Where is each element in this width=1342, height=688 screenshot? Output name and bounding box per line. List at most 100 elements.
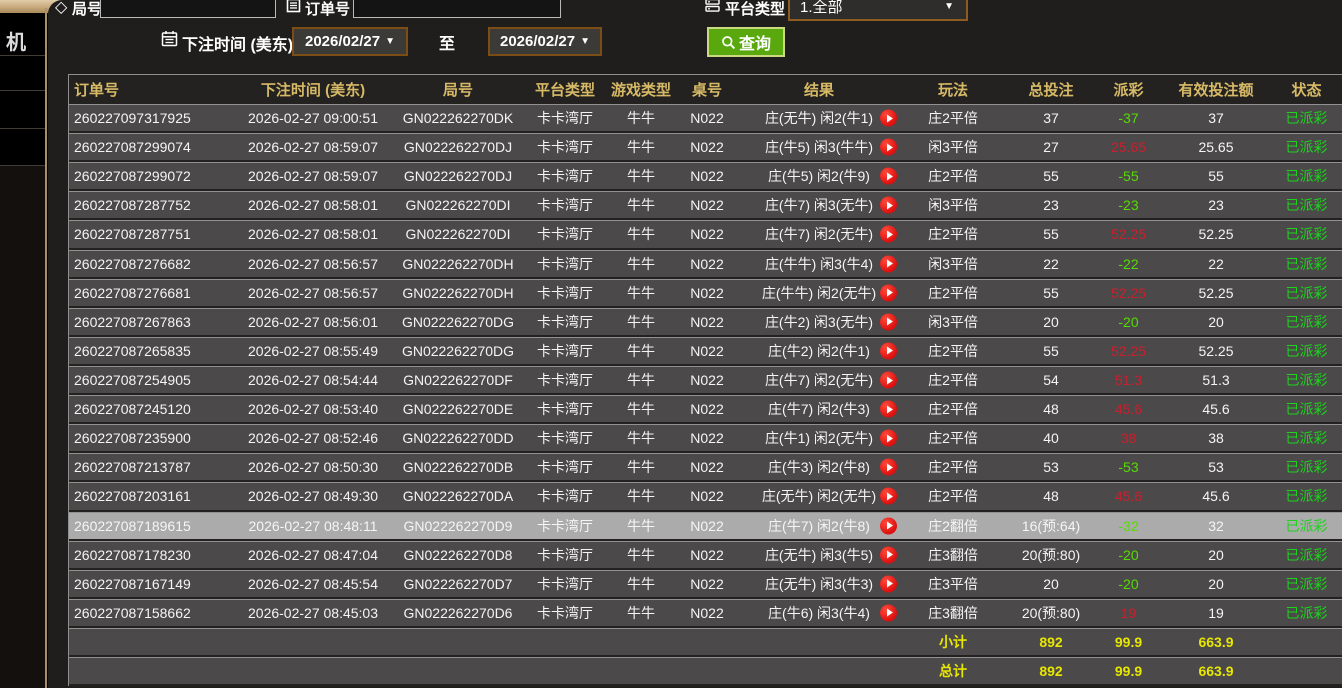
cell-play-method: 庄2平倍 [900, 454, 1006, 480]
table-row[interactable]: 2602270973179252026-02-27 09:00:51GN0222… [69, 104, 1342, 133]
table-row[interactable]: 2602270872766822026-02-27 08:56:57GN0222… [69, 250, 1342, 279]
table-row[interactable]: 2602270871896152026-02-27 08:48:11GN0222… [69, 512, 1342, 541]
play-replay-icon[interactable] [880, 139, 897, 156]
play-replay-icon[interactable] [880, 226, 897, 243]
cell-payout: -55 [1096, 163, 1161, 189]
bet-time-label: 下注时间 (美东) [182, 31, 293, 55]
table-row[interactable]: 2602270872990742026-02-27 08:59:07GN0222… [69, 133, 1342, 162]
cell-play-method: 闲3平倍 [900, 134, 1006, 160]
table-row[interactable]: 2602270872451202026-02-27 08:53:40GN0222… [69, 395, 1342, 424]
table-row[interactable]: 2602270872031612026-02-27 08:49:30GN0222… [69, 482, 1342, 511]
table-row[interactable]: 2602270872359002026-02-27 08:52:46GN0222… [69, 424, 1342, 453]
play-replay-icon[interactable] [880, 342, 897, 359]
cell-valid-bet: 25.65 [1161, 134, 1271, 160]
play-replay-icon[interactable] [880, 401, 897, 418]
table-row[interactable]: 2602270872877522026-02-27 08:58:01GN0222… [69, 191, 1342, 220]
cell-round-id: GN022262270DI [392, 221, 524, 247]
cell-game-type: 牛牛 [606, 367, 676, 393]
cell-result: 庄(牛牛) 闲3(牛4) [738, 251, 900, 277]
order-number-input[interactable] [353, 0, 561, 18]
table-row[interactable]: 2602270871782302026-02-27 08:47:04GN0222… [69, 541, 1342, 570]
sidebar-divider [0, 165, 46, 166]
table-row[interactable]: 2602270872137872026-02-27 08:50:30GN0222… [69, 453, 1342, 482]
play-replay-icon[interactable] [880, 517, 897, 534]
cell-platform-type: 卡卡湾厅 [524, 105, 606, 131]
play-replay-icon[interactable] [880, 488, 897, 505]
play-replay-icon[interactable] [880, 255, 897, 272]
date-from-picker[interactable]: 2026/02/27 ▼ [292, 27, 408, 56]
cell-game-type: 牛牛 [606, 483, 676, 509]
cell-valid-bet: 20 [1161, 309, 1271, 335]
cell-order-id: 260227087287752 [69, 192, 234, 218]
play-replay-icon[interactable] [880, 372, 897, 389]
cell-total-bet: 16(预:64) [1006, 513, 1096, 539]
cell-table-no: N022 [676, 134, 738, 160]
cell-status: 已派彩 [1271, 513, 1342, 539]
column-header-order-id: 订单号 [69, 75, 234, 104]
column-header-total-bet: 总投注 [1006, 75, 1096, 104]
cell-order-id: 260227087213787 [69, 454, 234, 480]
cell-status: 已派彩 [1271, 338, 1342, 364]
cell-order-id: 260227087276681 [69, 280, 234, 306]
date-to-picker[interactable]: 2026/02/27 ▼ [488, 27, 602, 56]
grand-total-total: 892 [1006, 658, 1096, 684]
table-row[interactable]: 2602270872766812026-02-27 08:56:57GN0222… [69, 279, 1342, 308]
cell-bet-time: 2026-02-27 08:58:01 [234, 221, 392, 247]
cell-round-id: GN022262270D8 [392, 542, 524, 568]
cell-valid-bet: 52.25 [1161, 338, 1271, 364]
query-button-label: 查询 [739, 30, 771, 54]
cell-payout: 25.65 [1096, 134, 1161, 160]
cell-order-id: 260227087178230 [69, 542, 234, 568]
table-row[interactable]: 2602270872678632026-02-27 08:56:01GN0222… [69, 308, 1342, 337]
play-replay-icon[interactable] [880, 284, 897, 301]
sidebar-partial-label: 机 [6, 26, 26, 55]
column-header-platform-type: 平台类型 [524, 75, 606, 104]
cell-platform-type: 卡卡湾厅 [524, 454, 606, 480]
cell-order-id: 260227087276682 [69, 251, 234, 277]
table-row[interactable]: 2602270871586622026-02-27 08:45:03GN0222… [69, 599, 1342, 628]
cell-valid-bet: 23 [1161, 192, 1271, 218]
round-number-input[interactable] [100, 0, 276, 18]
table-row[interactable]: 2602270872990722026-02-27 08:59:07GN0222… [69, 162, 1342, 191]
cell-play-method: 庄3翻倍 [900, 600, 1006, 626]
cell-payout: 45.6 [1096, 396, 1161, 422]
play-replay-icon[interactable] [880, 430, 897, 447]
play-replay-icon[interactable] [880, 110, 897, 127]
play-replay-icon[interactable] [880, 604, 897, 621]
cell-round-id: GN022262270DG [392, 338, 524, 364]
table-row[interactable]: 2602270871671492026-02-27 08:45:54GN0222… [69, 570, 1342, 599]
chevron-down-icon: ▼ [944, 1, 954, 12]
cell-platform-type: 卡卡湾厅 [524, 251, 606, 277]
platform-type-label: 平台类型 [725, 0, 785, 19]
cell-play-method: 庄2平倍 [900, 221, 1006, 247]
play-replay-icon[interactable] [880, 313, 897, 330]
cell-valid-bet: 55 [1161, 163, 1271, 189]
cell-game-type: 牛牛 [606, 309, 676, 335]
table-row[interactable]: 2602270872658352026-02-27 08:55:49GN0222… [69, 337, 1342, 366]
cell-result: 庄(牛7) 闲2(无牛) [738, 221, 900, 247]
cell-total-bet: 27 [1006, 134, 1096, 160]
cell-result: 庄(牛5) 闲3(牛牛) [738, 134, 900, 160]
play-replay-icon[interactable] [880, 459, 897, 476]
play-replay-icon[interactable] [880, 546, 897, 563]
play-replay-icon[interactable] [880, 197, 897, 214]
cell-game-type: 牛牛 [606, 425, 676, 451]
cell-order-id: 260227097317925 [69, 105, 234, 131]
cell-valid-bet: 45.6 [1161, 396, 1271, 422]
cell-total-bet: 54 [1006, 367, 1096, 393]
column-header-result: 结果 [738, 75, 900, 104]
round-number-label: 局号 [72, 0, 102, 19]
cell-game-type: 牛牛 [606, 221, 676, 247]
column-header-valid-bet: 有效投注额 [1161, 75, 1271, 104]
cell-total-bet: 20(预:80) [1006, 542, 1096, 568]
grand-total-status-empty [1271, 658, 1342, 684]
query-button[interactable]: 查询 [707, 27, 785, 57]
table-row[interactable]: 2602270872877512026-02-27 08:58:01GN0222… [69, 220, 1342, 249]
cell-result: 庄(无牛) 闲2(无牛) [738, 483, 900, 509]
platform-type-select[interactable]: 1.全部 ▼ [788, 0, 968, 21]
play-replay-icon[interactable] [880, 575, 897, 592]
cell-play-method: 庄2平倍 [900, 483, 1006, 509]
table-row[interactable]: 2602270872549052026-02-27 08:54:44GN0222… [69, 366, 1342, 395]
cell-table-no: N022 [676, 513, 738, 539]
play-replay-icon[interactable] [880, 168, 897, 185]
